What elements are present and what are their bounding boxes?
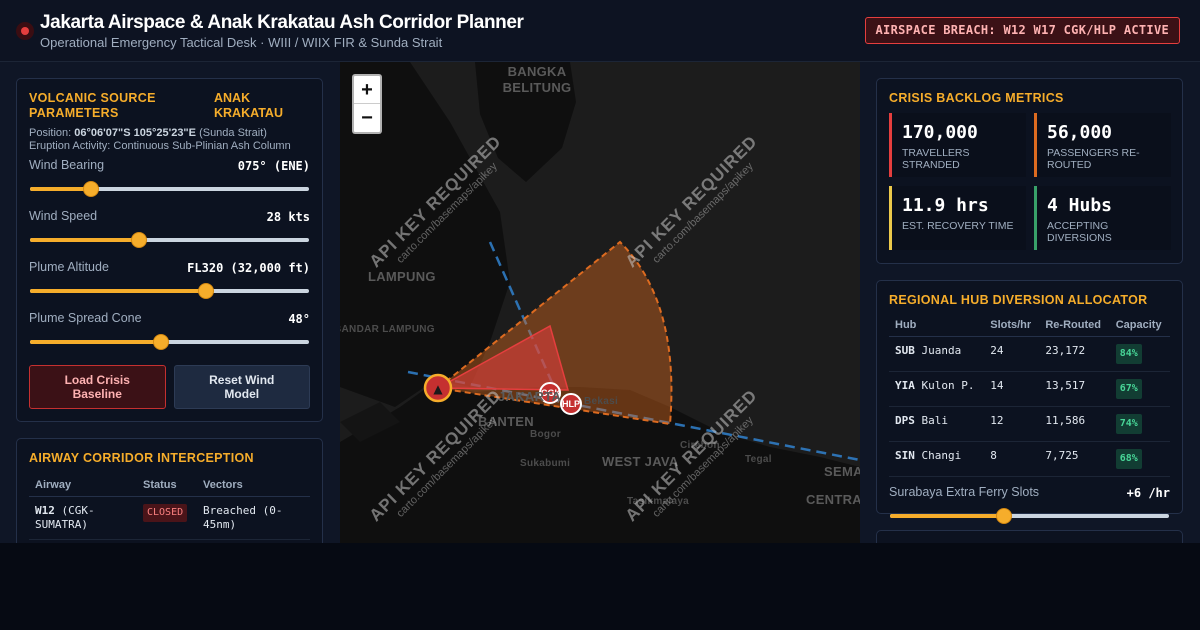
plume-spread-thumb[interactable] xyxy=(153,334,170,350)
ferry-slots-thumb[interactable] xyxy=(996,508,1013,524)
metric-accepting-hubs: 4 Hubs ACCEPTING DIVERSIONS xyxy=(1034,186,1171,250)
app-header: Jakarta Airspace & Anak Krakatau Ash Cor… xyxy=(0,0,1200,62)
additional-panel xyxy=(876,530,1183,543)
capacity-badge: 74% xyxy=(1115,414,1142,434)
table-row[interactable]: W12 (CGK-SUMATRA) CLOSED Breached (0-45n… xyxy=(29,496,310,540)
plume-spread-slider[interactable]: Plume Spread Cone 48° xyxy=(29,311,310,362)
col-vectors: Vectors xyxy=(197,473,310,497)
zoom-in-button[interactable]: + xyxy=(354,76,380,104)
wind-bearing-thumb[interactable] xyxy=(83,181,100,197)
eruption-activity: Eruption Activity: Continuous Sub-Plinia… xyxy=(29,140,291,152)
col-rerouted: Re-Routed xyxy=(1039,313,1110,337)
right-sidebar: CRISIS BACKLOG METRICS 170,000 TRAVELLERS… xyxy=(860,62,1200,543)
hlp-airport-marker[interactable]: HLP xyxy=(560,393,582,415)
left-sidebar: VOLCANIC SOURCE PARAMETERS ANAK KRAKATAU… xyxy=(0,62,340,543)
col-airway: Airway xyxy=(29,473,137,497)
table-row[interactable]: DPS Bali 12 11,586 74% xyxy=(889,406,1170,442)
volcanic-source-panel: VOLCANIC SOURCE PARAMETERS ANAK KRAKATAU… xyxy=(16,78,323,422)
volcano-position: Position: 06°06'07"S 105°25'23"E (Sunda … xyxy=(29,127,267,139)
map-zoom-control: + − xyxy=(352,74,382,134)
ferry-slots-slider[interactable]: Surabaya Extra Ferry Slots +6 /hr xyxy=(889,485,1170,535)
capacity-badge: 84% xyxy=(1115,344,1142,364)
metric-passengers-rerouted: 56,000 PASSENGERS RE-ROUTED xyxy=(1034,113,1171,177)
airway-table: Airway Status Vectors W12 (CGK-SUMATRA) … xyxy=(29,473,310,540)
map-label-central: CENTRAL xyxy=(806,492,860,507)
status-badge: CLOSED xyxy=(143,504,188,522)
volcano-name: ANAK KRAKATAU xyxy=(214,91,283,120)
map-label-bangka: BANGKA BELITUNG xyxy=(502,64,572,95)
crisis-metrics-panel: CRISIS BACKLOG METRICS 170,000 TRAVELLERS… xyxy=(876,78,1183,264)
col-capacity: Capacity xyxy=(1109,313,1170,337)
table-row[interactable]: YIA Kulon P. 14 13,517 67% xyxy=(889,371,1170,407)
map-label-bandar-lampung: BANDAR LAMPUNG xyxy=(340,324,435,335)
load-crisis-baseline-button[interactable]: Load Crisis Baseline xyxy=(29,365,166,409)
hub-panel-title: REGIONAL HUB DIVERSION ALLOCATOR xyxy=(889,293,1148,307)
col-status: Status xyxy=(137,473,197,497)
map-label-semarang: SEMARANG xyxy=(824,464,860,479)
wind-bearing-slider[interactable]: Wind Bearing 075° (ENE) xyxy=(29,158,310,209)
page-footer-area xyxy=(0,543,1200,630)
metrics-panel-title: CRISIS BACKLOG METRICS xyxy=(889,91,1064,105)
airway-interception-panel: AIRWAY CORRIDOR INTERCEPTION Airway Stat… xyxy=(16,438,323,543)
page-title: Jakarta Airspace & Anak Krakatau Ash Cor… xyxy=(40,12,524,33)
wind-speed-slider[interactable]: Wind Speed 28 kts xyxy=(29,209,310,260)
table-row[interactable]: SUB Juanda 24 23,172 84% xyxy=(889,336,1170,372)
ash-corridor-map[interactable]: ▲ CGK HLP BANGKA BELITUNG LAMPUNG BANDAR… xyxy=(340,62,860,543)
airspace-breach-badge: AIRSPACE BREACH: W12 W17 CGK/HLP ACTIVE xyxy=(864,17,1180,44)
zoom-out-button[interactable]: − xyxy=(354,104,380,132)
volcanic-panel-title: VOLCANIC SOURCE PARAMETERS xyxy=(29,91,156,120)
map-label-bogor: Bogor xyxy=(530,429,561,440)
hub-diversion-panel: REGIONAL HUB DIVERSION ALLOCATOR Hub Slo… xyxy=(876,280,1183,524)
map-label-sukabumi: Sukabumi xyxy=(520,458,571,469)
map-label-bekasi: Bekasi xyxy=(584,396,619,407)
plume-altitude-slider[interactable]: Plume Altitude FL320 (32,000 ft) xyxy=(29,260,310,311)
svg-text:▲: ▲ xyxy=(433,382,443,396)
wind-speed-thumb[interactable] xyxy=(130,232,147,248)
hub-table: Hub Slots/hr Re-Routed Capacity SUB Juan… xyxy=(889,313,1170,477)
capacity-badge: 67% xyxy=(1115,379,1142,399)
capacity-badge: 68% xyxy=(1115,449,1142,469)
alert-status-icon xyxy=(16,22,34,40)
metric-travellers-stranded: 170,000 TRAVELLERS STRANDED xyxy=(889,113,1026,177)
metric-recovery-time: 11.9 hrs EST. RECOVERY TIME xyxy=(889,186,1026,250)
page-subtitle: Operational Emergency Tactical Desk · WI… xyxy=(40,35,443,50)
airway-panel-title: AIRWAY CORRIDOR INTERCEPTION xyxy=(29,451,254,465)
plume-altitude-thumb[interactable] xyxy=(197,283,214,299)
table-row[interactable]: SIN Changi 8 7,725 68% xyxy=(889,441,1170,477)
col-hub: Hub xyxy=(889,313,985,337)
reset-wind-model-button[interactable]: Reset Wind Model xyxy=(173,365,310,409)
col-slots: Slots/hr xyxy=(984,313,1040,337)
map-label-tegal: Tegal xyxy=(745,454,772,465)
slider-group: Wind Bearing 075° (ENE) Wind Speed 28 kt… xyxy=(29,158,310,362)
